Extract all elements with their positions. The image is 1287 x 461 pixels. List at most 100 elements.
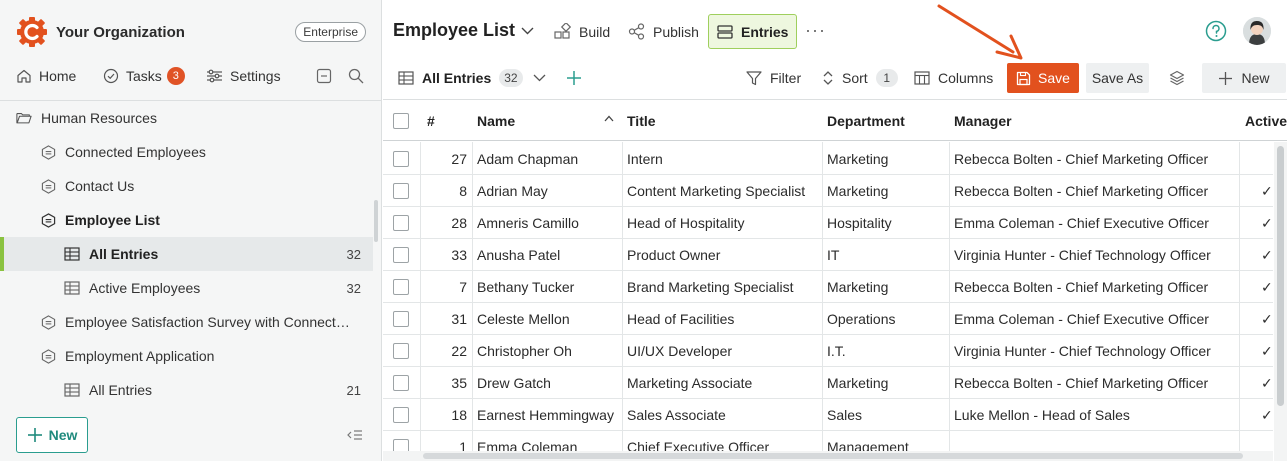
check-circle-icon: [103, 68, 119, 84]
row-checkbox[interactable]: [393, 303, 409, 335]
table-row[interactable]: 22 Christopher Oh UI/UX Developer I.T. V…: [383, 335, 1273, 367]
help-icon[interactable]: [1205, 20, 1227, 42]
sort-ascending-icon: [604, 115, 614, 122]
save-as-label: Save As: [1091, 70, 1144, 86]
view-name: All Entries: [422, 70, 492, 86]
row-checkbox[interactable]: [393, 207, 409, 239]
entries-grid: # Name Title Department Manager Active 2…: [383, 99, 1287, 461]
tree-item-count: 32: [346, 280, 361, 296]
table-row[interactable]: 8 Adrian May Content Marketing Specialis…: [383, 175, 1273, 207]
table-row[interactable]: 33 Anusha Patel Product Owner IT Virgini…: [383, 239, 1273, 271]
filter-icon: [746, 70, 762, 85]
cell-title: Brand Marketing Specialist: [627, 279, 794, 295]
new-entry-button[interactable]: New: [1202, 63, 1286, 93]
tree-form-employment-application[interactable]: Employment Application: [0, 339, 373, 373]
tree-view-all-entries[interactable]: All Entries 32: [0, 237, 373, 271]
tree-form-satisfaction-survey[interactable]: Employee Satisfaction Survey with Connec…: [0, 305, 373, 339]
home-icon: [17, 69, 31, 83]
scroll-thumb[interactable]: [423, 453, 1243, 459]
select-all-checkbox[interactable]: [393, 100, 409, 141]
chevron-down-icon: [521, 27, 534, 34]
collapse-sidebar-icon[interactable]: [347, 428, 363, 442]
nav-settings[interactable]: Settings: [206, 62, 281, 90]
cell-number: 27: [451, 151, 467, 167]
row-checkbox[interactable]: [393, 143, 409, 175]
build-button[interactable]: Build: [546, 14, 618, 49]
table-row[interactable]: 28 Amneris Camillo Head of Hospitality H…: [383, 207, 1273, 239]
page-header: Employee List Build Publish Entries ···: [383, 0, 1287, 62]
save-as-button[interactable]: Save As: [1086, 63, 1149, 93]
column-header-manager[interactable]: Manager: [954, 100, 1012, 141]
build-label: Build: [579, 23, 611, 40]
column-header-name[interactable]: Name: [477, 100, 515, 141]
cell-title: Sales Associate: [627, 407, 726, 423]
nav-tasks-label: Tasks: [126, 68, 162, 84]
save-button[interactable]: Save: [1007, 63, 1079, 93]
minimize-sidebar-button[interactable]: [314, 66, 334, 86]
scroll-thumb[interactable]: [1277, 146, 1284, 406]
tree-view-all-entries-application[interactable]: All Entries 21: [0, 373, 373, 407]
cell-active: ✓: [1261, 406, 1273, 423]
more-options-button[interactable]: ···: [805, 20, 826, 41]
row-checkbox[interactable]: [393, 175, 409, 207]
table-row[interactable]: 35 Drew Gatch Marketing Associate Market…: [383, 367, 1273, 399]
sidebar-search-button[interactable]: [346, 66, 366, 86]
column-header-title[interactable]: Title: [627, 100, 656, 141]
column-header-active[interactable]: Active: [1245, 100, 1287, 141]
row-checkbox[interactable]: [393, 271, 409, 303]
sidebar-scrollbar[interactable]: [374, 200, 378, 242]
entries-button[interactable]: Entries: [708, 14, 798, 49]
row-checkbox[interactable]: [393, 335, 409, 367]
cell-name: Amneris Camillo: [477, 215, 579, 231]
grid-vertical-scrollbar[interactable]: [1274, 142, 1287, 461]
columns-button[interactable]: Columns: [914, 62, 993, 94]
row-checkbox[interactable]: [393, 399, 409, 431]
cell-name: Christopher Oh: [477, 343, 572, 359]
layers-icon[interactable]: [1169, 70, 1185, 86]
plus-icon: [27, 428, 42, 442]
sidebar-top-nav: Home Tasks 3 Settings: [0, 62, 382, 90]
org-switcher[interactable]: Your Organization Enterprise: [16, 16, 366, 48]
org-logo-icon: [17, 17, 47, 47]
cell-title: Product Owner: [627, 247, 721, 263]
nav-home[interactable]: Home: [16, 62, 76, 90]
table-row[interactable]: 7 Bethany Tucker Brand Marketing Special…: [383, 271, 1273, 303]
column-header-department[interactable]: Department: [827, 100, 905, 141]
add-view-button[interactable]: [566, 62, 590, 94]
cell-name: Anusha Patel: [477, 247, 561, 263]
column-header-number[interactable]: #: [427, 100, 435, 141]
form-icon: [40, 144, 56, 160]
cell-active: ✓: [1261, 246, 1273, 263]
cell-manager: Rebecca Bolten - Chief Marketing Officer: [954, 183, 1209, 199]
sidebar-new-button[interactable]: New: [16, 417, 88, 453]
filter-button[interactable]: Filter: [746, 62, 801, 94]
cell-number: 31: [451, 311, 467, 327]
sort-icon: [823, 71, 833, 85]
cell-active: ✓: [1261, 310, 1273, 327]
new-entry-label: New: [1241, 70, 1270, 86]
table-row[interactable]: 27 Adam Chapman Intern Marketing Rebecca…: [383, 143, 1273, 175]
cell-number: 7: [459, 279, 467, 295]
cell-number: 22: [451, 343, 467, 359]
cell-title: Head of Facilities: [627, 311, 735, 327]
cell-active: ✓: [1261, 214, 1273, 231]
tree-folder-human-resources[interactable]: Human Resources: [0, 101, 373, 135]
cell-manager: Rebecca Bolten - Chief Marketing Officer: [954, 375, 1209, 391]
tree-form-connected-employees[interactable]: Connected Employees: [0, 135, 373, 169]
user-avatar[interactable]: [1243, 17, 1271, 45]
row-checkbox[interactable]: [393, 239, 409, 271]
tree-form-contact-us[interactable]: Contact Us: [0, 169, 373, 203]
table-row[interactable]: 18 Earnest Hemmingway Sales Associate Sa…: [383, 399, 1273, 431]
table-row[interactable]: 31 Celeste Mellon Head of Facilities Ope…: [383, 303, 1273, 335]
cell-title: Content Marketing Specialist: [627, 183, 806, 199]
tree-form-employee-list[interactable]: Employee List: [0, 203, 373, 237]
tree-view-active-employees[interactable]: Active Employees 32: [0, 271, 373, 305]
publish-button[interactable]: Publish: [620, 14, 707, 49]
page-title: Employee List: [393, 20, 516, 40]
sort-button[interactable]: Sort 1: [822, 62, 898, 94]
row-checkbox[interactable]: [393, 367, 409, 399]
grid-horizontal-scrollbar[interactable]: [383, 451, 1273, 461]
view-selector[interactable]: All Entries 32: [398, 62, 554, 94]
form-title-dropdown[interactable]: Employee List: [393, 20, 534, 41]
nav-tasks[interactable]: Tasks 3: [103, 62, 185, 90]
